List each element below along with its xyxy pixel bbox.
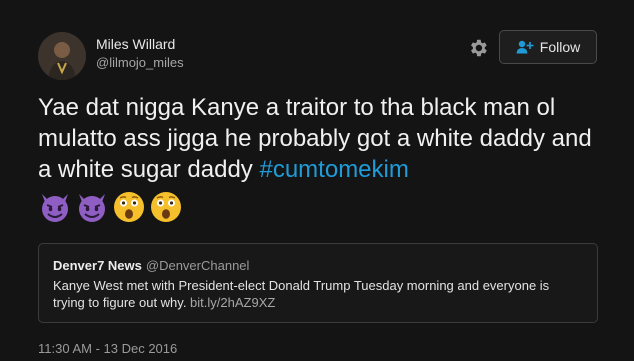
tweet-card: Miles Willard @lilmojo_miles Follow Yae … (0, 0, 634, 361)
quoted-tweet-header: Denver7 News @DenverChannel (53, 257, 583, 274)
smiling-imp-icon (79, 194, 105, 222)
author-handle[interactable]: @lilmojo_miles (96, 55, 184, 70)
hashtag-link[interactable]: #cumtomekim (259, 156, 408, 183)
tweet-text: Yae dat nigga Kanye a traitor to tha bla… (38, 92, 608, 185)
quoted-author-handle: @DenverChannel (145, 258, 250, 273)
quoted-author-name: Denver7 News (53, 258, 142, 273)
tweet-timestamp[interactable]: 11:30 AM - 13 Dec 2016 (38, 341, 177, 356)
emoji-row (38, 190, 183, 224)
quoted-tweet-body: Kanye West met with President-elect Dona… (53, 278, 550, 310)
add-user-icon (516, 40, 534, 54)
gear-icon[interactable] (467, 37, 489, 59)
quoted-tweet-link[interactable]: bit.ly/2hAZ9XZ (190, 295, 275, 310)
quoted-tweet-text: Kanye West met with President-elect Dona… (53, 277, 583, 311)
astonished-face-icon (114, 192, 144, 222)
avatar[interactable] (38, 32, 86, 80)
smiling-imp-icon (42, 194, 68, 222)
astonished-face-icon (151, 192, 181, 222)
follow-label: Follow (539, 39, 581, 55)
follow-button[interactable]: Follow (499, 30, 597, 64)
quoted-tweet[interactable]: Denver7 News @DenverChannel Kanye West me… (38, 243, 598, 323)
author-name[interactable]: Miles Willard (96, 36, 175, 52)
